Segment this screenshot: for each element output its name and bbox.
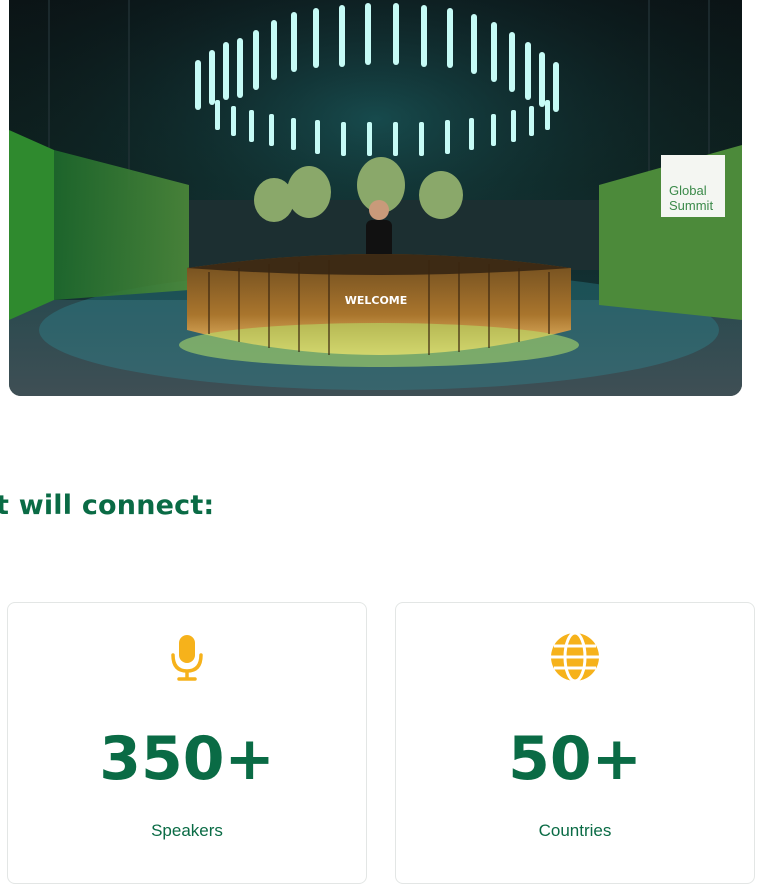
speakers-count: 350+	[99, 724, 275, 794]
microphone-icon	[161, 631, 213, 683]
banner-summit-text: Summit	[669, 198, 713, 213]
stat-card-countries: 50+ Countries	[395, 602, 755, 884]
hero-image: Global Summit WELCOME	[9, 0, 742, 396]
globe-icon	[549, 631, 601, 683]
section-heading: t will connect:	[0, 490, 215, 521]
speakers-label: Speakers	[151, 821, 223, 840]
stat-card-speakers: 350+ Speakers	[7, 602, 367, 884]
banner-global-text: Global	[669, 183, 707, 198]
welcome-sign-text: WELCOME	[345, 294, 408, 307]
countries-label: Countries	[538, 821, 612, 840]
countries-count: 50+	[508, 724, 642, 794]
